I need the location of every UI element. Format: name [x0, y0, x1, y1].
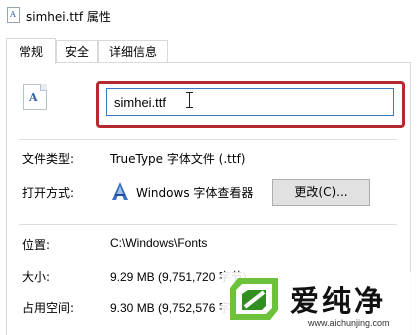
file-type-value: TrueType 字体文件 (.ttf): [110, 152, 246, 166]
watermark-brand: 爱纯净: [290, 284, 387, 318]
divider: [19, 139, 397, 140]
font-viewer-icon: [112, 182, 128, 200]
open-with-label: 打开方式:: [22, 186, 75, 200]
font-file-icon: [7, 7, 20, 23]
location-value: C:\Windows\Fonts: [110, 236, 208, 250]
watermark-url: www.aichunjing.com: [308, 318, 390, 328]
location-label: 位置:: [22, 238, 51, 252]
tab-security[interactable]: 安全: [56, 40, 98, 63]
title-bar: simhei.ttf 属性: [0, 0, 417, 32]
tab-general[interactable]: 常规: [6, 38, 56, 64]
tab-details[interactable]: 详细信息: [98, 40, 168, 63]
size-label: 大小:: [22, 270, 51, 284]
open-with-value: Windows 字体查看器: [136, 186, 254, 200]
change-button[interactable]: 更改(C)...: [272, 179, 370, 206]
text-cursor-icon: [186, 92, 194, 108]
watermark: 爱纯净 www.aichunjing.com: [222, 272, 417, 335]
file-type-label: 文件类型:: [22, 152, 75, 166]
window-title: simhei.ttf 属性: [26, 10, 111, 24]
highlight-annotation: [96, 81, 405, 128]
aichunjing-logo: [230, 278, 278, 320]
disk-size-label: 占用空间:: [22, 301, 75, 315]
divider: [19, 224, 397, 225]
font-file-icon: A: [19, 84, 51, 110]
